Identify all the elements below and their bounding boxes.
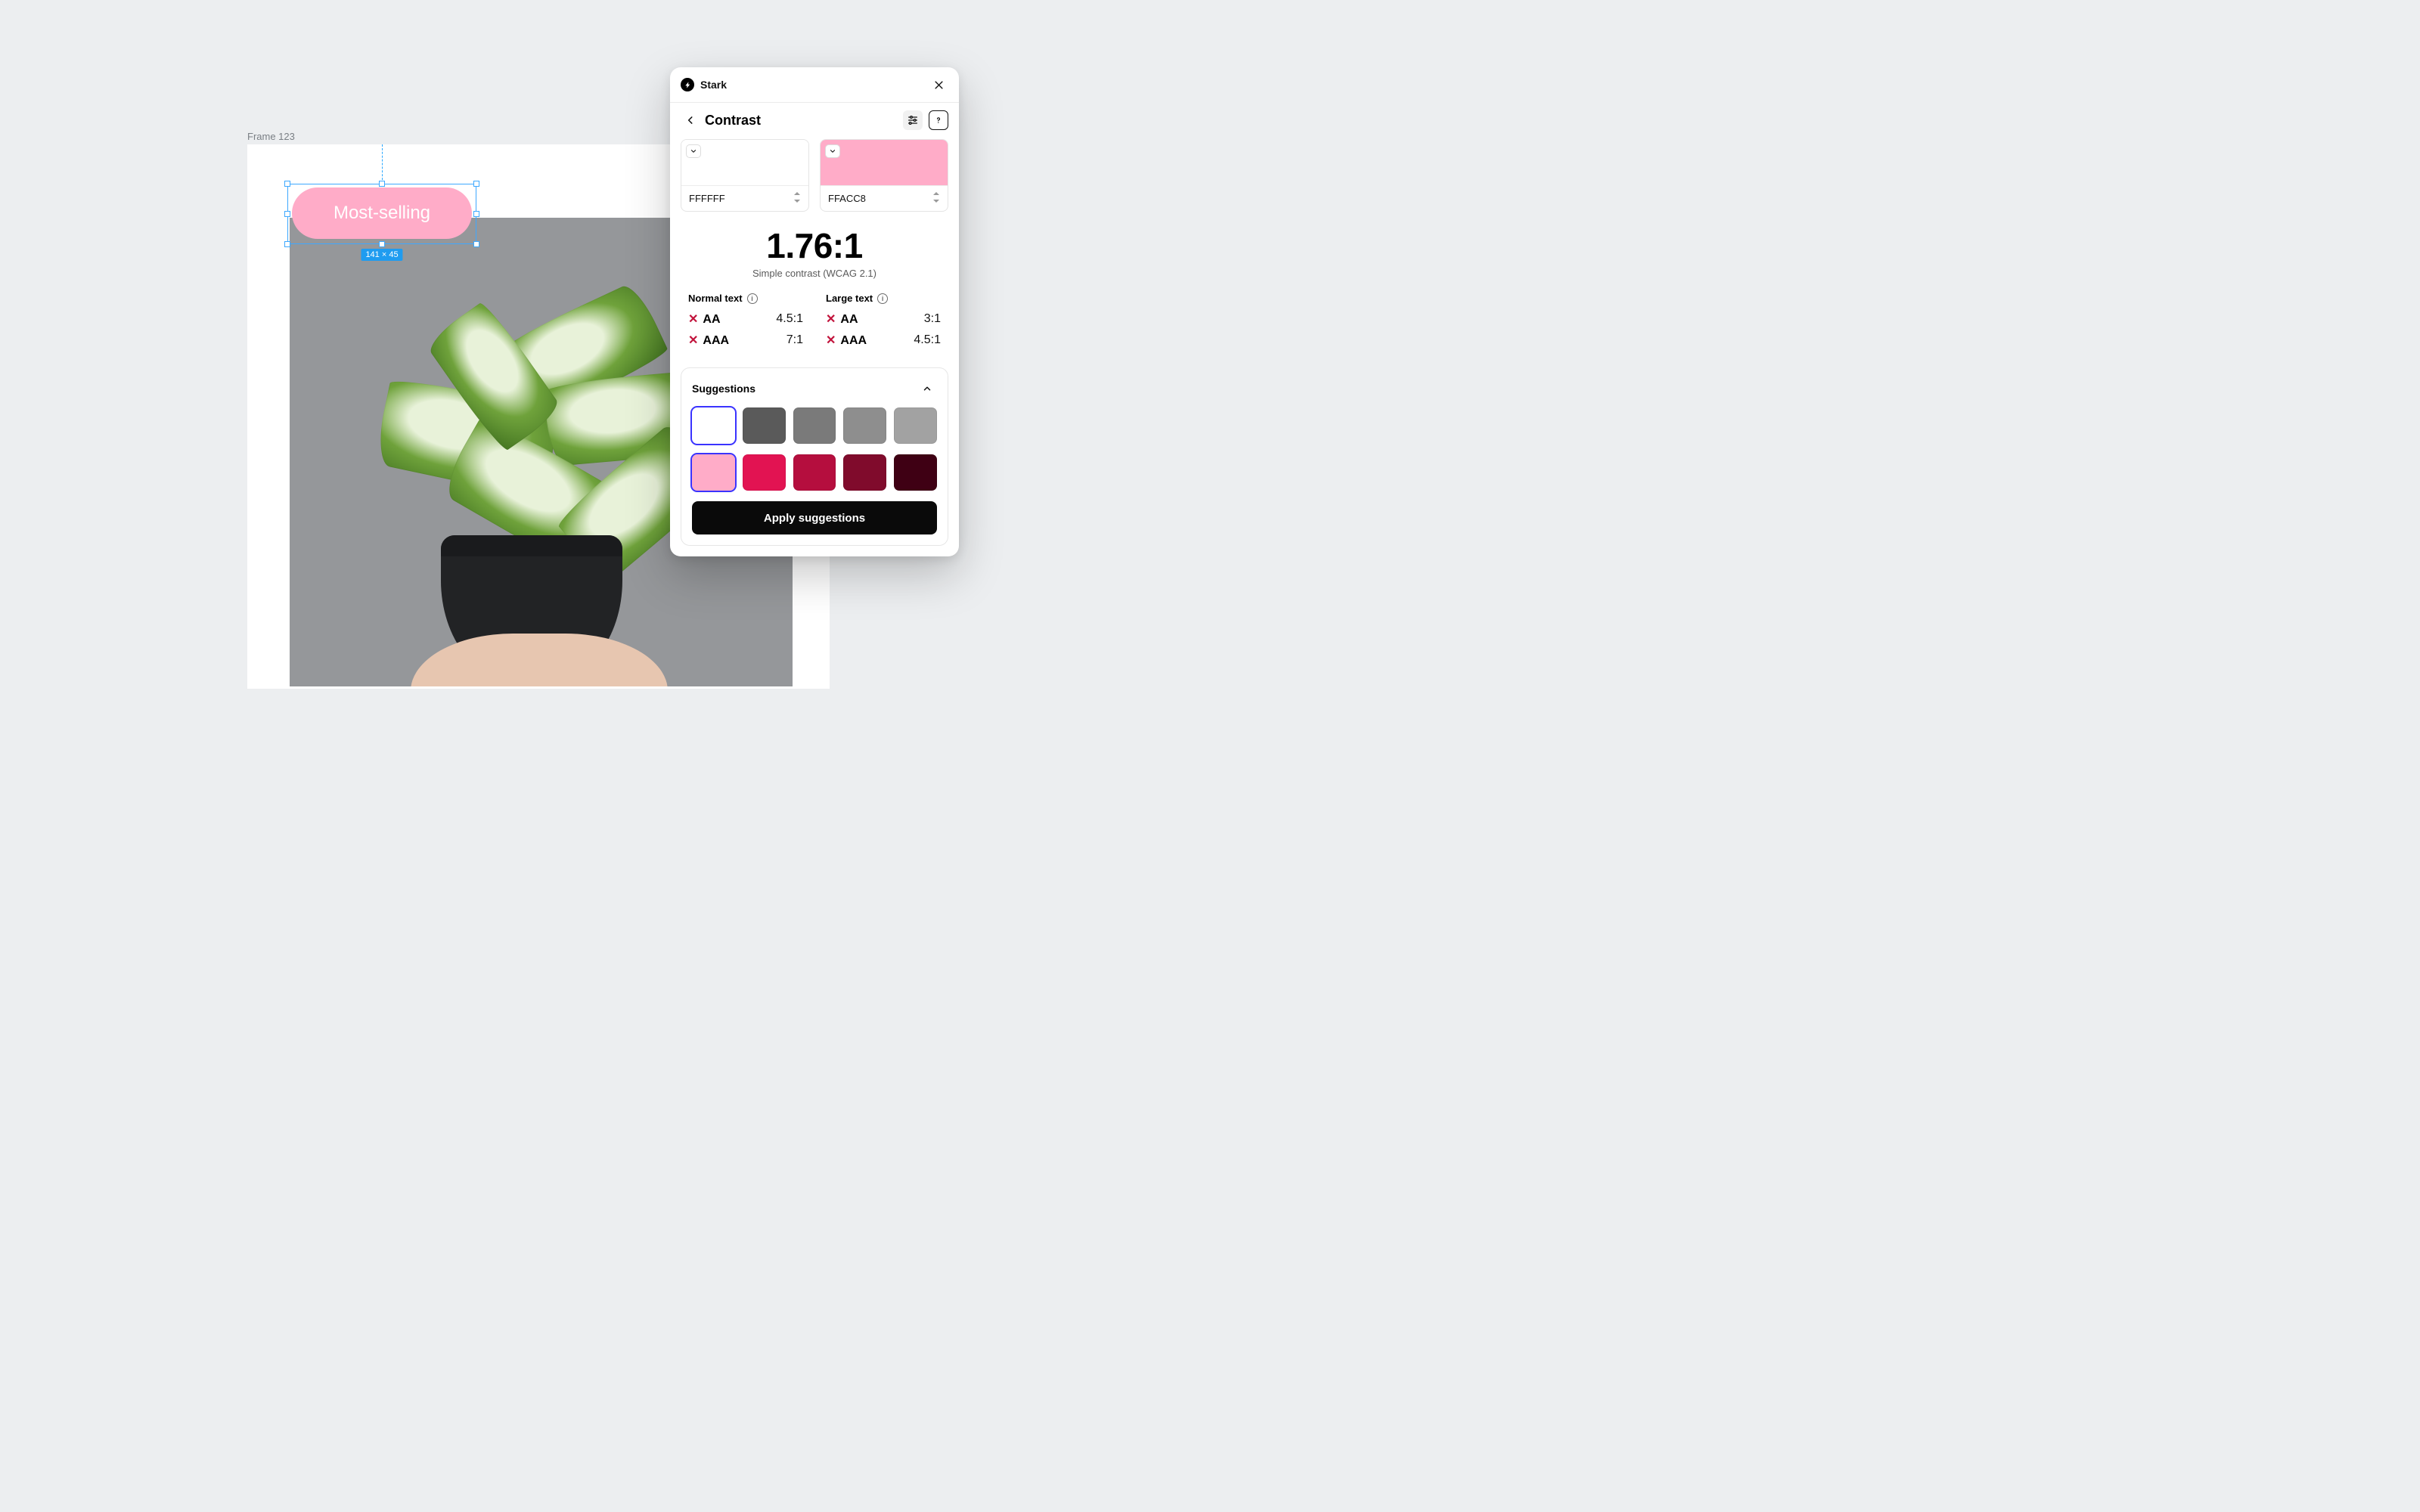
aa-requirement: 4.5:1 (776, 312, 803, 326)
apply-suggestions-button[interactable]: Apply suggestions (692, 501, 937, 534)
chevron-down-icon (829, 147, 836, 155)
selected-element[interactable]: Most-selling 141 × 45 (287, 184, 476, 244)
contrast-ratio: 1.76:1 Simple contrast (WCAG 2.1) (670, 212, 959, 285)
normal-text-label: Normal text (688, 293, 743, 304)
color-suggestion[interactable] (692, 454, 735, 491)
stark-logo-icon (681, 78, 694, 91)
aaa-requirement: 4.5:1 (914, 333, 941, 347)
large-text-results: Large text i ✕ AA 3:1 ✕ AAA 4.5:1 (826, 293, 941, 354)
background-hex-value: FFACC8 (828, 193, 866, 204)
resize-handle[interactable] (379, 181, 385, 187)
background-color-card: FFACC8 (820, 139, 948, 212)
aa-label: AA (840, 313, 858, 326)
panel-header: Stark (670, 67, 959, 103)
fail-icon: ✕ (688, 313, 698, 326)
aaa-label: AAA (840, 334, 867, 347)
background-hex-input[interactable]: FFACC8 (821, 185, 948, 211)
resize-handle[interactable] (473, 181, 479, 187)
suggestions-card: Suggestions Apply suggestions (681, 367, 948, 546)
color-suggestion[interactable] (843, 407, 886, 444)
aa-requirement: 3:1 (924, 312, 941, 326)
info-icon[interactable]: i (877, 293, 888, 304)
sliders-icon (907, 114, 919, 126)
color-suggestion[interactable] (692, 407, 735, 444)
resize-handle[interactable] (473, 211, 479, 217)
suggestions-label: Suggestions (692, 383, 755, 395)
aa-label: AA (703, 313, 720, 326)
ratio-value: 1.76:1 (681, 225, 948, 266)
background-swatch[interactable] (821, 140, 948, 185)
settings-button[interactable] (903, 110, 923, 130)
fail-icon: ✕ (826, 334, 836, 347)
back-button[interactable] (681, 110, 700, 130)
aaa-requirement: 7:1 (786, 333, 803, 347)
foreground-color-card: FFFFFF (681, 139, 809, 212)
background-suggestions (692, 454, 937, 491)
chevron-up-icon (922, 383, 932, 394)
close-icon (933, 79, 945, 91)
color-suggestion[interactable] (894, 454, 937, 491)
color-suggestion[interactable] (793, 407, 836, 444)
color-suggestion[interactable] (743, 454, 786, 491)
selection-size-badge: 141 × 45 (361, 249, 402, 261)
foreground-suggestions (692, 407, 937, 444)
resize-handle[interactable] (379, 241, 385, 247)
swatch-picker-button[interactable] (825, 144, 840, 158)
help-button[interactable] (929, 110, 948, 130)
fail-icon: ✕ (688, 334, 698, 347)
foreground-swatch[interactable] (681, 140, 808, 185)
resize-handle[interactable] (284, 181, 290, 187)
section-title: Contrast (705, 113, 761, 129)
collapse-suggestions-button[interactable] (917, 379, 937, 398)
close-button[interactable] (929, 75, 948, 94)
stepper-icon[interactable] (793, 192, 801, 205)
alignment-guide (382, 144, 383, 184)
wcag-results: Normal text i ✕ AA 4.5:1 ✕ AAA 7:1 Large t… (670, 285, 959, 364)
color-suggestion[interactable] (743, 407, 786, 444)
resize-handle[interactable] (284, 211, 290, 217)
color-suggestion[interactable] (793, 454, 836, 491)
normal-text-results: Normal text i ✕ AA 4.5:1 ✕ AAA 7:1 (688, 293, 803, 354)
resize-handle[interactable] (284, 241, 290, 247)
frame-label[interactable]: Frame 123 (247, 131, 295, 142)
foreground-hex-input[interactable]: FFFFFF (681, 185, 808, 211)
aaa-label: AAA (703, 334, 729, 347)
color-suggestion[interactable] (843, 454, 886, 491)
chevron-left-icon (685, 115, 696, 125)
info-icon[interactable]: i (747, 293, 758, 304)
ratio-caption: Simple contrast (WCAG 2.1) (681, 268, 948, 279)
stark-panel: Stark Contrast (670, 67, 959, 556)
resize-handle[interactable] (473, 241, 479, 247)
large-text-label: Large text (826, 293, 873, 304)
swatch-picker-button[interactable] (686, 144, 701, 158)
hand (411, 634, 668, 686)
selection-outline (287, 184, 476, 244)
color-inputs: FFFFFF FFACC8 (670, 139, 959, 212)
brand: Stark (681, 78, 727, 91)
app-name: Stark (700, 79, 727, 91)
fail-icon: ✕ (826, 313, 836, 326)
panel-subheader: Contrast (670, 103, 959, 139)
stepper-icon[interactable] (932, 192, 940, 205)
chevron-down-icon (690, 147, 697, 155)
help-icon (933, 115, 944, 125)
foreground-hex-value: FFFFFF (689, 193, 725, 204)
color-suggestion[interactable] (894, 407, 937, 444)
